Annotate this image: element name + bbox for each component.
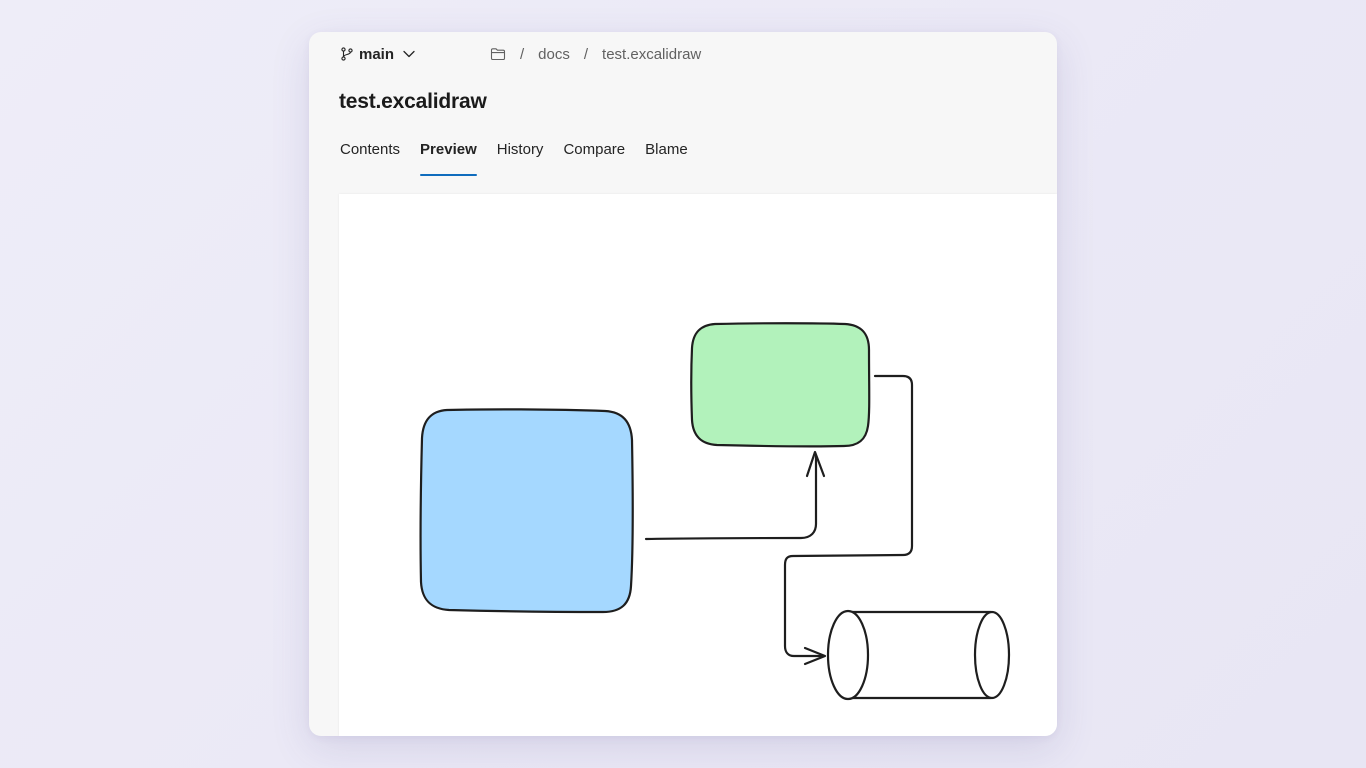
page-title: test.excalidraw [339,90,487,113]
breadcrumb: / docs / test.excalidraw [490,44,701,64]
tab-contents[interactable]: Contents [340,138,400,176]
breadcrumb-separator: / [520,45,525,63]
branch-selector[interactable]: main [340,44,416,64]
cylinder-shape [826,609,1011,701]
tab-blame[interactable]: Blame [645,138,688,176]
tab-preview[interactable]: Preview [420,138,477,176]
breadcrumb-docs[interactable]: docs [538,46,570,63]
tab-history[interactable]: History [497,138,544,176]
green-rectangle [690,322,871,448]
tab-bar: Contents Preview History Compare Blame [340,138,708,178]
folder-icon[interactable] [490,46,506,62]
file-viewer-window: main / docs / test.excalidraw test.excal… [309,32,1057,736]
branch-icon [340,47,354,61]
tab-compare[interactable]: Compare [563,138,625,176]
drawing [419,322,1011,701]
top-bar: main / docs / test.excalidraw [309,32,1057,76]
arrow-blue-to-green [644,454,818,541]
excalidraw-preview-canvas[interactable] [339,194,1057,736]
breadcrumb-separator: / [583,45,589,63]
blue-rectangle [419,408,634,614]
branch-name: main [359,45,395,63]
chevron-down-icon [402,47,416,61]
breadcrumb-file[interactable]: test.excalidraw [602,46,701,63]
